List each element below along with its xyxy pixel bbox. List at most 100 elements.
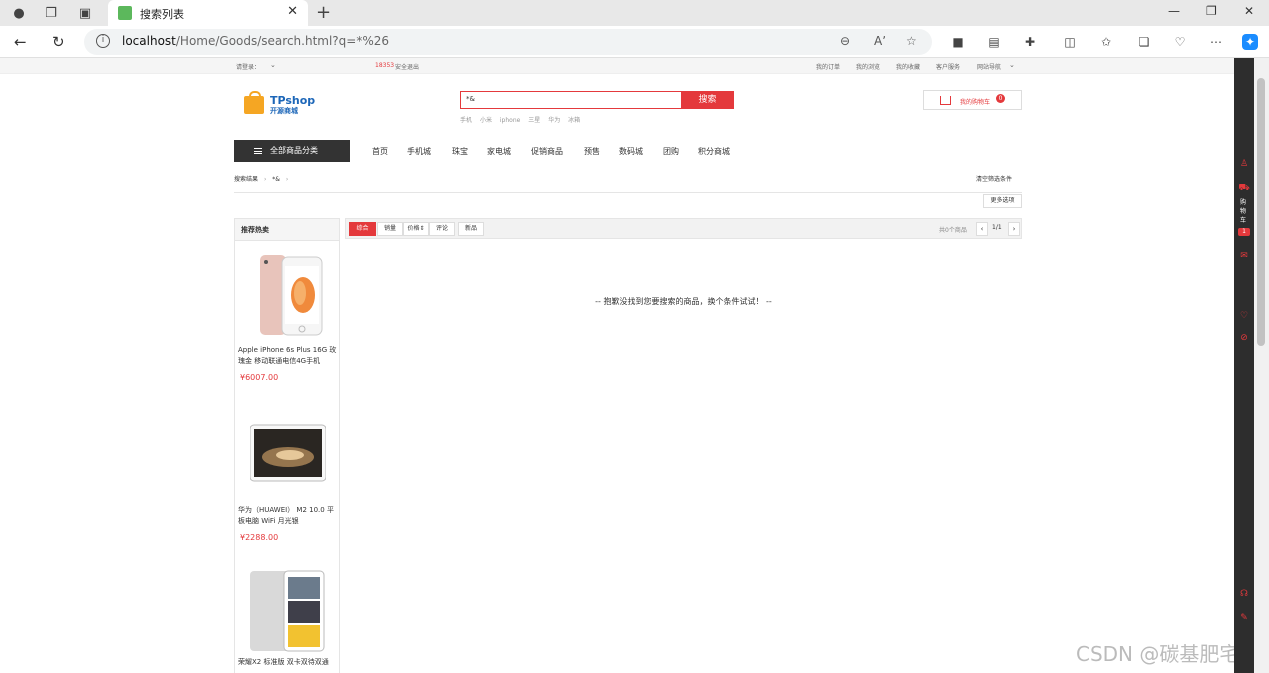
footprint-icon[interactable]: ⊘ <box>1238 332 1250 344</box>
product-image-iphone[interactable] <box>250 253 326 337</box>
tab-title: 搜索列表 <box>140 8 184 21</box>
empty-result-message: -- 抱歉没找到您要搜索的商品，换个条件试试！ -- <box>595 297 772 306</box>
hotword-link[interactable]: iphone <box>500 117 520 124</box>
search-button[interactable]: 搜索 <box>681 91 734 109</box>
product-name[interactable]: 华为（HUAWEI） M2 10.0 平板电脑 WiFi 月光银 <box>238 505 338 527</box>
my-cart-button[interactable]: 我的购物车 0 <box>923 90 1022 110</box>
hot-keywords: 手机 小米 iphone 三星 华为 冰箱 <box>460 115 586 124</box>
sort-price[interactable]: 价格⇕ <box>403 222 429 236</box>
heart-icon[interactable]: ♡ <box>1238 310 1250 322</box>
favorites-icon[interactable]: ✩ <box>1098 34 1114 50</box>
recommended-sidebar: 推荐热卖 Apple iPhone 6s Plus 16G 玫瑰金 移动联通电信… <box>234 218 340 673</box>
search-input[interactable]: *& <box>460 91 682 109</box>
clear-filters-link[interactable]: 清空筛选条件 <box>976 174 1012 183</box>
site-info-icon[interactable]: i <box>96 34 110 48</box>
minimize-icon[interactable]: — <box>1168 4 1180 18</box>
product-name[interactable]: Apple iPhone 6s Plus 16G 玫瑰金 移动联通电信4G手机 <box>238 345 338 367</box>
product-image-tablet[interactable] <box>250 423 326 507</box>
copilot-icon[interactable]: ✦ <box>1242 34 1258 50</box>
browser-essentials-icon[interactable]: ♡ <box>1172 34 1188 50</box>
nav-item-promotions[interactable]: 促销商品 <box>531 146 563 157</box>
nav-item-home[interactable]: 首页 <box>372 146 388 157</box>
back-icon[interactable]: ← <box>14 33 27 51</box>
favicon-icon <box>118 6 132 20</box>
hotword-link[interactable]: 手机 <box>460 117 472 124</box>
sort-comprehensive[interactable]: 综合 <box>349 222 376 236</box>
scrollbar-thumb[interactable] <box>1257 78 1265 346</box>
cart-vertical-label[interactable]: 购物车 <box>1240 198 1248 225</box>
browser-tab-bar: ● ❐ ▣ 搜索列表 ✕ + — ❐ ✕ <box>0 0 1269 26</box>
favorite-star-icon[interactable]: ☆ <box>906 34 917 48</box>
menu-icon <box>254 148 262 154</box>
sort-arrows-icon: ⇕ <box>419 225 425 232</box>
hotword-link[interactable]: 冰箱 <box>568 117 580 124</box>
url-host: localhost <box>122 34 176 48</box>
extension-icon[interactable]: ■ <box>950 34 966 50</box>
product-price: ¥2288.00 <box>240 533 279 542</box>
location-chevron-icon[interactable]: ⌄ <box>270 61 276 69</box>
sort-sales[interactable]: 销量 <box>377 222 403 236</box>
collections-icon[interactable]: ❐ <box>42 4 60 22</box>
topbar-link-service[interactable]: 客户服务 <box>936 62 960 71</box>
breadcrumb-chevron-icon: › <box>263 176 267 183</box>
close-tab-icon[interactable]: ✕ <box>287 4 298 19</box>
right-toolbar: ♙ ⛟ 购物车 1 ✉ ♡ ⊘ ☊ ✎ <box>1234 58 1254 673</box>
username[interactable]: 18353 <box>375 62 394 69</box>
url-bar[interactable]: i localhost/Home/Goods/search.html?q=*%2… <box>84 29 932 55</box>
more-options-button[interactable]: 更多选项 <box>983 194 1022 208</box>
prev-page-button[interactable]: ‹ <box>976 222 988 236</box>
nav-item-groupbuy[interactable]: 团购 <box>663 146 679 157</box>
new-tab-icon[interactable]: + <box>316 2 331 23</box>
extensions-puzzle-icon[interactable]: ✚ <box>1022 34 1038 50</box>
browser-tab[interactable]: 搜索列表 ✕ <box>108 0 308 26</box>
nav-item-appliances[interactable]: 家电城 <box>487 146 511 157</box>
topbar-link-history[interactable]: 我的浏览 <box>856 62 880 71</box>
url-text[interactable]: localhost/Home/Goods/search.html?q=*%26 <box>122 34 389 48</box>
nav-item-jewelry[interactable]: 珠宝 <box>452 146 468 157</box>
sort-reviews[interactable]: 评论 <box>429 222 455 236</box>
nav-item-points-mall[interactable]: 积分商城 <box>698 146 730 157</box>
cart-vertical-badge: 1 <box>1238 228 1250 236</box>
topbar-link-sitemap[interactable]: 网站导航 <box>977 62 1001 71</box>
collections-toolbar-icon[interactable]: ❏ <box>1136 34 1152 50</box>
total-count: 共0个商品 <box>939 227 967 234</box>
refresh-icon[interactable]: ↻ <box>52 33 65 51</box>
tab-actions-icon[interactable]: ▣ <box>76 4 94 22</box>
hotword-link[interactable]: 华为 <box>548 117 560 124</box>
reader-icon[interactable]: ▤ <box>986 34 1002 50</box>
product-name[interactable]: 荣耀X2 标准版 双卡双待双通 <box>238 657 338 668</box>
nav-item-digital[interactable]: 数码城 <box>619 146 643 157</box>
divider <box>234 192 1022 193</box>
sort-new[interactable]: 新品 <box>458 222 484 236</box>
nav-item-presale[interactable]: 预售 <box>584 146 600 157</box>
read-aloud-icon[interactable]: Aʼ <box>874 34 886 48</box>
more-menu-icon[interactable]: ⋯ <box>1208 34 1224 50</box>
logo-subtitle: 开源商城 <box>270 107 298 115</box>
hotword-link[interactable]: 小米 <box>480 117 492 124</box>
logout-link[interactable]: 安全退出 <box>395 62 419 71</box>
nav-item-phones[interactable]: 手机城 <box>407 146 431 157</box>
profile-icon[interactable]: ● <box>10 4 28 22</box>
breadcrumb-root[interactable]: 搜索结果 <box>234 176 258 183</box>
zoom-out-icon[interactable]: ⊖ <box>840 34 850 48</box>
sitemap-chevron-icon[interactable]: ⌄ <box>1009 61 1015 69</box>
headset-icon[interactable]: ☊ <box>1238 588 1250 600</box>
all-categories-button[interactable]: 全部商品分类 <box>234 140 350 162</box>
next-page-button[interactable]: › <box>1008 222 1020 236</box>
split-screen-icon[interactable]: ◫ <box>1062 34 1078 50</box>
sort-price-label: 价格 <box>407 225 420 232</box>
scrollbar[interactable] <box>1254 58 1269 673</box>
login-prompt[interactable]: 请登录： <box>236 62 260 71</box>
site-logo[interactable]: TPshop 开源商城 <box>244 91 315 116</box>
user-icon[interactable]: ♙ <box>1238 158 1250 170</box>
message-icon[interactable]: ✉ <box>1238 250 1250 262</box>
restore-icon[interactable]: ❐ <box>1206 4 1217 18</box>
topbar-link-favorites[interactable]: 我的收藏 <box>896 62 920 71</box>
topbar-link-orders[interactable]: 我的订单 <box>816 62 840 71</box>
shopping-bag-icon <box>244 91 264 114</box>
close-window-icon[interactable]: ✕ <box>1244 4 1254 18</box>
hotword-link[interactable]: 三星 <box>528 117 540 124</box>
feedback-icon[interactable]: ✎ <box>1238 612 1250 624</box>
product-image-honor[interactable] <box>250 569 326 653</box>
cart-sidebar-icon[interactable]: ⛟ <box>1238 182 1250 194</box>
